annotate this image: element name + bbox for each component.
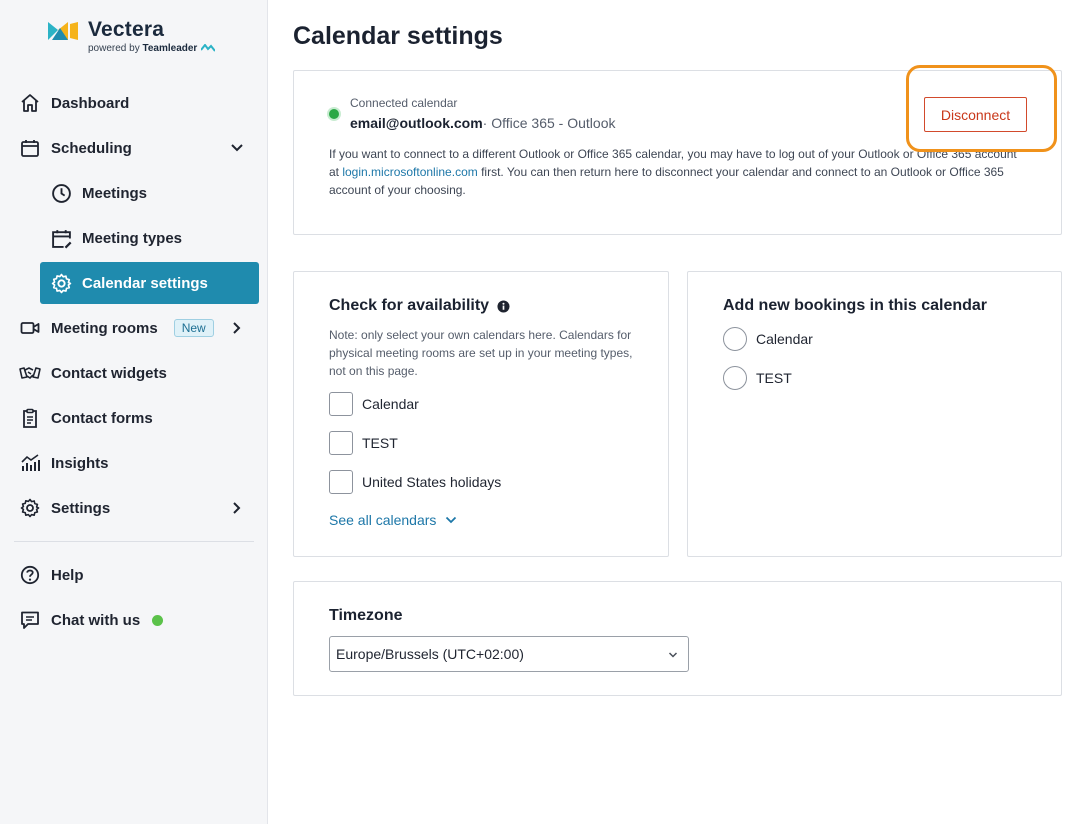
- calendar-edit-icon: [50, 227, 72, 249]
- vectera-logo-icon: [48, 22, 78, 40]
- sidebar-item-contact-widgets[interactable]: Contact widgets: [14, 353, 259, 393]
- sidebar-item-label: Dashboard: [51, 94, 130, 112]
- sidebar-item-chat[interactable]: Chat with us: [14, 600, 259, 640]
- sidebar-item-meeting-types[interactable]: Meeting types: [40, 218, 259, 258]
- sidebar: Vectera powered by Teamleader Dashboard …: [0, 0, 268, 824]
- online-status-dot: [152, 614, 164, 626]
- timezone-value: Europe/Brussels (UTC+02:00): [336, 646, 524, 662]
- see-all-label: See all calendars: [329, 512, 437, 528]
- timezone-card: Timezone Europe/Brussels (UTC+02:00): [293, 581, 1062, 696]
- sidebar-item-label: Help: [51, 566, 84, 584]
- sidebar-item-meetings[interactable]: Meetings: [40, 173, 259, 213]
- option-label: United States holidays: [362, 474, 502, 490]
- availability-option-calendar[interactable]: Calendar: [329, 392, 419, 416]
- availability-card: Check for availability Note: only select…: [293, 271, 669, 557]
- clipboard-icon: [19, 407, 41, 429]
- connection-status-dot: [329, 109, 339, 119]
- bookings-title: Add new bookings in this calendar: [723, 297, 988, 314]
- chat-icon: [19, 609, 41, 631]
- gear-icon: [19, 497, 41, 519]
- availability-note: Note: only select your own calendars her…: [329, 328, 633, 378]
- sidebar-item-settings[interactable]: Settings: [14, 488, 259, 528]
- availability-heading: Check for availability: [329, 297, 510, 315]
- powered-by-text: powered by: [88, 43, 140, 54]
- sidebar-item-insights[interactable]: Insights: [14, 443, 259, 483]
- sidebar-item-label: Scheduling: [51, 139, 132, 157]
- chevron-right-icon: [233, 322, 241, 334]
- bookings-card: Add new bookings in this calendar Calend…: [687, 271, 1062, 557]
- new-badge: New: [173, 319, 214, 337]
- chevron-down-icon: [446, 516, 457, 524]
- availability-option-us-holidays[interactable]: United States holidays: [329, 470, 501, 494]
- vectera-logo[interactable]: Vectera powered by Teamleader: [48, 18, 228, 58]
- clock-icon: [50, 182, 72, 204]
- connected-calendar-label: Connected calendar: [350, 96, 458, 110]
- teamleader-icon: [201, 44, 216, 52]
- booking-option-test[interactable]: TEST: [723, 366, 792, 390]
- sidebar-item-label: Calendar settings: [82, 274, 208, 292]
- availability-title: Check for availability: [329, 297, 490, 314]
- video-camera-icon: [19, 317, 41, 339]
- bar-chart-icon: [19, 452, 41, 474]
- connected-calendar-card: Connected calendar email@outlook.com· Of…: [293, 70, 1062, 235]
- see-all-calendars-link[interactable]: See all calendars: [329, 512, 458, 528]
- chevron-down-icon: [231, 144, 243, 152]
- sidebar-item-label: Meetings: [82, 184, 148, 202]
- connected-provider: · Office 365 - Outlook: [482, 115, 616, 131]
- timezone-title: Timezone: [329, 607, 403, 624]
- sidebar-item-label: Settings: [51, 499, 111, 517]
- checkbox[interactable]: [329, 470, 353, 494]
- checkbox[interactable]: [329, 431, 353, 455]
- option-label: Calendar: [362, 396, 419, 412]
- timezone-select[interactable]: Europe/Brussels (UTC+02:00): [329, 636, 689, 672]
- sidebar-item-label: Contact widgets: [51, 364, 167, 382]
- option-label: Calendar: [756, 331, 813, 347]
- sidebar-item-label: Meeting rooms: [51, 319, 158, 337]
- connection-description: If you want to connect to a different Ou…: [329, 145, 1029, 199]
- checkbox[interactable]: [329, 392, 353, 416]
- connected-account: email@outlook.com· Office 365 - Outlook: [350, 115, 615, 131]
- partner-name: Teamleader: [142, 43, 198, 54]
- sidebar-item-dashboard[interactable]: Dashboard: [14, 83, 259, 123]
- sidebar-item-label: Contact forms: [51, 409, 153, 427]
- radio-button[interactable]: [723, 327, 747, 351]
- sidebar-item-label: Insights: [51, 454, 109, 472]
- home-icon: [19, 92, 41, 114]
- chevron-right-icon: [233, 502, 241, 514]
- sidebar-item-label: Chat with us: [51, 611, 141, 629]
- info-icon[interactable]: [497, 299, 510, 313]
- sidebar-item-meeting-rooms[interactable]: Meeting rooms New: [14, 308, 259, 348]
- sidebar-item-contact-forms[interactable]: Contact forms: [14, 398, 259, 438]
- option-label: TEST: [756, 370, 792, 386]
- gear-icon: [50, 272, 72, 294]
- brand-name: Vectera: [88, 18, 165, 41]
- microsoft-login-link[interactable]: login.microsoftonline.com: [342, 165, 477, 179]
- chevron-down-icon: [668, 652, 678, 658]
- connected-email: email@outlook.com: [350, 115, 483, 131]
- sidebar-item-scheduling[interactable]: Scheduling: [14, 128, 259, 168]
- availability-option-test[interactable]: TEST: [329, 431, 398, 455]
- sidebar-item-label: Meeting types: [82, 229, 183, 247]
- help-icon: [19, 564, 41, 586]
- sidebar-divider: [14, 541, 254, 542]
- sidebar-item-calendar-settings[interactable]: Calendar settings: [40, 262, 259, 304]
- page-title: Calendar settings: [293, 22, 503, 50]
- booking-option-calendar[interactable]: Calendar: [723, 327, 813, 351]
- option-label: TEST: [362, 435, 398, 451]
- disconnect-button[interactable]: Disconnect: [924, 97, 1027, 132]
- handshake-icon: [19, 362, 41, 384]
- sidebar-item-help[interactable]: Help: [14, 555, 259, 595]
- calendar-icon: [19, 137, 41, 159]
- powered-by: powered by Teamleader: [88, 43, 216, 54]
- radio-button[interactable]: [723, 366, 747, 390]
